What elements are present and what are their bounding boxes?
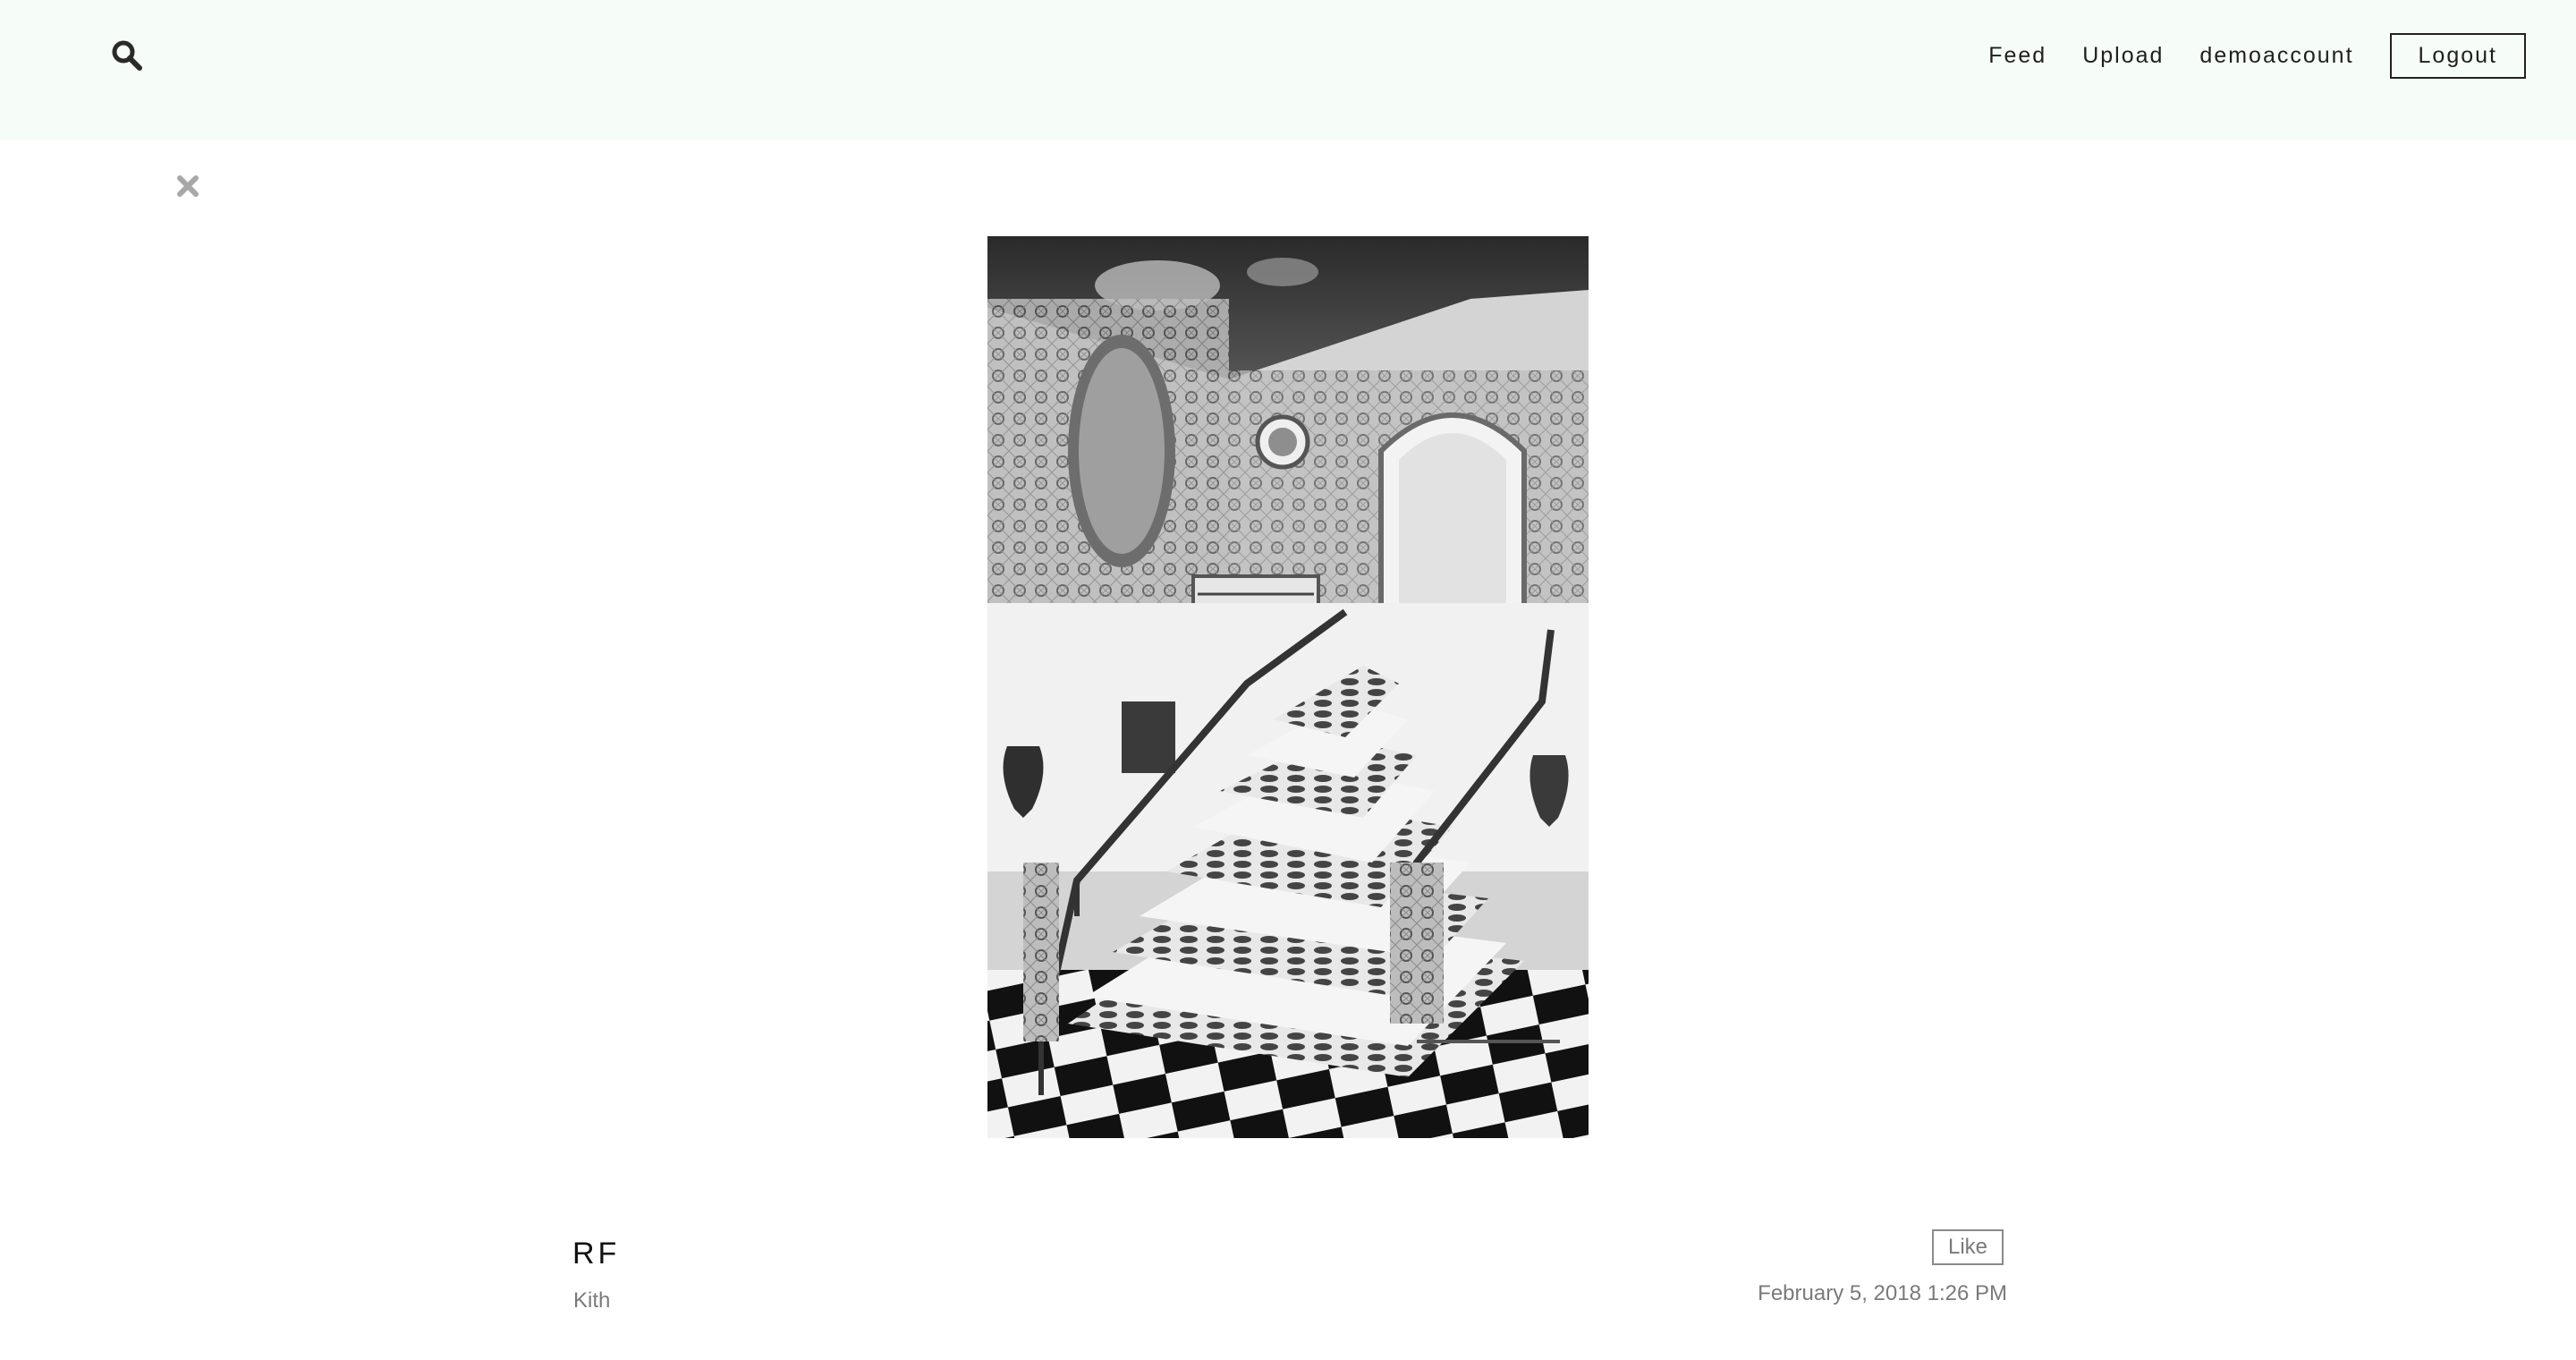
nav-feed-link[interactable]: Feed — [1988, 43, 2046, 69]
top-navigation-bar: Feed Upload demoaccount Logout — [0, 0, 2576, 140]
search-icon[interactable] — [111, 39, 143, 72]
main-nav: Feed Upload demoaccount Logout — [1953, 32, 2526, 79]
post-title: RF — [572, 1237, 621, 1271]
nav-account-link[interactable]: demoaccount — [2199, 43, 2353, 69]
staircase-illustration — [987, 236, 1589, 1138]
nav-upload-link[interactable]: Upload — [2082, 43, 2164, 69]
post-username[interactable]: Kith — [573, 1288, 610, 1313]
post-photo — [987, 236, 1589, 1138]
post-date: February 5, 2018 1:26 PM — [1758, 1281, 2007, 1305]
like-button[interactable]: Like — [1932, 1229, 2004, 1265]
close-icon[interactable] — [175, 174, 200, 199]
logout-button[interactable]: Logout — [2389, 32, 2526, 79]
